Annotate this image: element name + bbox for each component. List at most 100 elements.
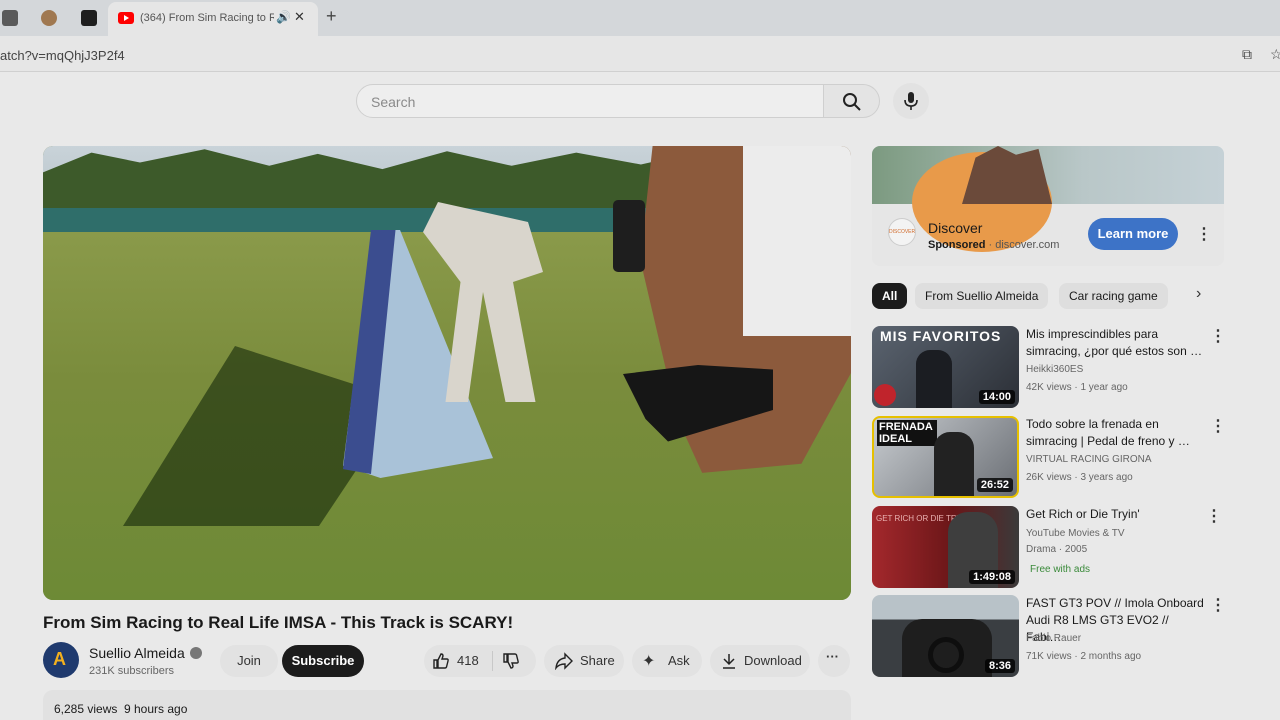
rec-thumbnail[interactable]: FRENADA IDEAL 26:52: [872, 416, 1019, 498]
sparkle-icon: ✦: [642, 653, 656, 670]
rec-views: 42K views: [1026, 382, 1072, 393]
youtube-favicon-icon: [118, 12, 134, 24]
thumbnail-overlay-text: MIS FAVORITOS: [880, 328, 1002, 344]
verified-icon: [190, 647, 202, 659]
speaker-icon[interactable]: 🔊: [276, 10, 291, 24]
rec-age: 1 year ago: [1080, 382, 1128, 393]
video-frame-phone: [613, 200, 645, 272]
ad-banner-image[interactable]: [872, 146, 1224, 252]
ad-menu-icon[interactable]: ⋮: [1196, 224, 1212, 244]
like-count[interactable]: 418: [457, 653, 479, 668]
search-button[interactable]: [824, 84, 880, 118]
rec-duration: 14:00: [978, 390, 1015, 404]
thumbs-down-icon[interactable]: [502, 652, 520, 673]
share-icon: [554, 652, 574, 673]
rec-genre: Drama: [1026, 544, 1057, 555]
rec-item-2[interactable]: FRENADA IDEAL 26:52 Todo sobre la frenad…: [872, 416, 1226, 498]
thumbs-up-icon[interactable]: [432, 652, 450, 673]
rec-channel[interactable]: Fabio Rauer: [1026, 633, 1081, 644]
video-player[interactable]: [43, 146, 851, 600]
active-tab[interactable]: (364) From Sim Racing to Real Life IMSA …: [108, 2, 318, 36]
chip-car-racing-game[interactable]: Car racing game: [1059, 283, 1168, 309]
chevron-right-icon[interactable]: ›: [1196, 285, 1201, 303]
rec-menu-icon[interactable]: ⋮: [1210, 595, 1226, 615]
ask-label: Ask: [668, 653, 690, 668]
rec-title[interactable]: Todo sobre la frenada en simracing | Ped…: [1026, 416, 1206, 450]
subscribe-button[interactable]: Subscribe: [282, 645, 364, 677]
thumbnail-badge: [874, 384, 896, 406]
more-actions-button[interactable]: ···: [818, 645, 850, 677]
free-with-ads-badge: Free with ads: [1030, 564, 1091, 575]
posted-time: 9 hours ago: [124, 702, 188, 716]
microphone-icon: [904, 92, 918, 110]
share-button[interactable]: Share: [544, 645, 624, 677]
search-input[interactable]: Search: [356, 84, 824, 118]
url-text[interactable]: atch?v=mqQhjJ3P2f4: [0, 48, 125, 63]
chip-from-channel[interactable]: From Suellio Almeida: [915, 283, 1049, 309]
install-app-icon[interactable]: ⧉: [1242, 46, 1252, 63]
rec-duration: 8:36: [984, 659, 1015, 673]
rec-menu-icon[interactable]: ⋮: [1210, 416, 1226, 436]
join-button[interactable]: Join: [220, 645, 278, 677]
rec-channel[interactable]: YouTube Movies & TV: [1026, 528, 1125, 539]
tab-favicon-2[interactable]: [41, 10, 57, 26]
rec-views: 26K views: [1026, 472, 1072, 483]
tab-favicon-3[interactable]: [81, 10, 97, 26]
video-title: From Sim Racing to Real Life IMSA - This…: [43, 613, 514, 632]
rec-menu-icon[interactable]: ⋮: [1210, 326, 1226, 346]
rec-stats: 42K views · 1 year ago: [1026, 382, 1128, 393]
download-button[interactable]: Download: [710, 645, 810, 677]
channel-name[interactable]: Suellio Almeida: [89, 645, 185, 661]
thumbnail-person: [934, 432, 974, 496]
rec-stats: 26K views · 3 years ago: [1026, 472, 1133, 483]
rec-channel[interactable]: Heikki360ES: [1026, 364, 1083, 375]
description-box[interactable]: 6,285 views 9 hours ago: [43, 690, 851, 720]
rec-thumbnail[interactable]: GET RICH OR DIE TRYIN' 1:49:08: [872, 506, 1019, 588]
address-bar: atch?v=mqQhjJ3P2f4 ⧉ ☆: [0, 36, 1280, 72]
thumbnail-overlay-text: FRENADA IDEAL: [877, 420, 937, 446]
channel-avatar[interactable]: [43, 642, 79, 678]
chip-all[interactable]: All: [872, 283, 908, 309]
rec-channel[interactable]: VIRTUAL RACING GIRONA: [1026, 454, 1152, 465]
subscriber-count: 231K subscribers: [89, 665, 174, 677]
new-tab-button[interactable]: +: [326, 6, 337, 27]
ask-button[interactable]: ✦ Ask: [632, 645, 702, 677]
rec-year: 2005: [1064, 544, 1088, 555]
voice-search-button[interactable]: [893, 83, 929, 119]
rec-stats: 71K views · 2 months ago: [1026, 651, 1142, 662]
thumbnail-person: [916, 350, 952, 408]
download-icon: [720, 652, 738, 673]
rec-age: 2 months ago: [1080, 651, 1142, 662]
rec-thumbnail[interactable]: 8:36: [872, 595, 1019, 677]
rec-menu-icon[interactable]: ⋮: [1206, 506, 1222, 526]
ad-domain: discover.com: [995, 239, 1060, 251]
view-count: 6,285 views: [54, 702, 118, 716]
advertiser-name: Discover: [928, 220, 983, 236]
bookmark-star-icon[interactable]: ☆: [1270, 46, 1280, 63]
tab-title: (364) From Sim Racing to Real Life IMSA …: [140, 12, 274, 24]
tab-bar: (364) From Sim Racing to Real Life IMSA …: [0, 0, 1280, 36]
rec-title[interactable]: Mis imprescindibles para simracing, ¿por…: [1026, 326, 1206, 360]
ad-sponsored-line: Sponsored · discover.com: [928, 239, 1060, 251]
ad-card[interactable]: DISCOVER Discover Sponsored · discover.c…: [872, 146, 1224, 266]
sponsored-label: Sponsored: [928, 239, 986, 251]
share-label: Share: [580, 653, 615, 668]
rec-item-4[interactable]: 8:36 FAST GT3 POV // Imola Onboard Audi …: [872, 595, 1226, 677]
tab-favicon-1[interactable]: [2, 10, 18, 26]
rec-item-1[interactable]: MIS FAVORITOS 14:00 Mis imprescindibles …: [872, 326, 1226, 408]
rec-thumbnail[interactable]: MIS FAVORITOS 14:00: [872, 326, 1019, 408]
rec-title[interactable]: Get Rich or Die Tryin': [1026, 506, 1206, 523]
learn-more-button[interactable]: Learn more: [1088, 218, 1178, 250]
rec-stats: Drama · 2005: [1026, 544, 1088, 555]
like-dislike-group: 418: [424, 645, 536, 677]
like-divider: [492, 651, 493, 671]
thumbnail-wheel: [928, 637, 964, 673]
rec-age: 3 years ago: [1080, 472, 1133, 483]
close-icon[interactable]: ✕: [294, 9, 305, 25]
more-horizontal-icon: ···: [826, 649, 839, 664]
advertiser-logo: DISCOVER: [888, 218, 916, 246]
youtube-page: Search From Sim Racing to Real Life IMSA…: [0, 72, 1280, 720]
rec-duration: 26:52: [976, 478, 1013, 492]
rec-item-3[interactable]: GET RICH OR DIE TRYIN' 1:49:08 Get Rich …: [872, 506, 1224, 588]
search-icon: [843, 93, 861, 111]
